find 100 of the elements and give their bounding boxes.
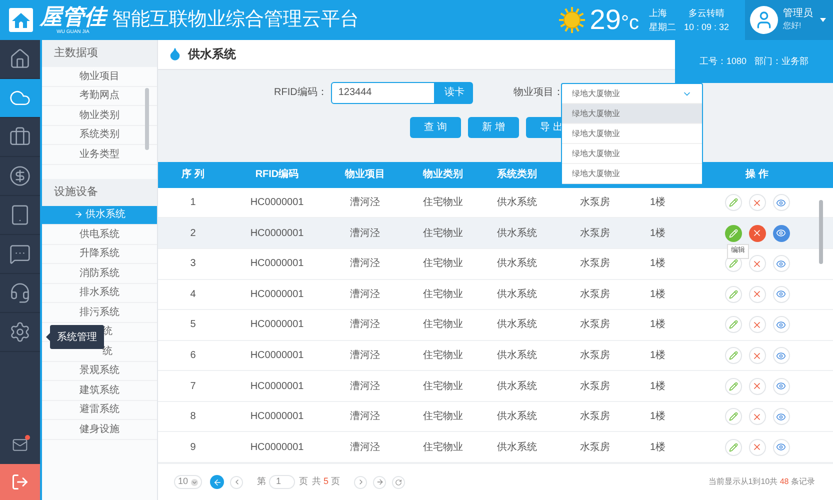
table-cell-text: 1楼 [650,440,666,455]
table-row[interactable]: 7 HC0000001 漕河泾 住宅物业 供水系统 水泵房 1楼 [158,371,833,402]
table-cell-text: 漕河泾 [350,440,380,455]
sidebar-item[interactable]: 升降系统 [42,244,157,264]
table-cell-text: 水泵房 [580,318,610,332]
edit-button[interactable] [724,194,742,212]
first-page-button[interactable] [210,475,224,490]
view-button[interactable] [772,316,790,334]
pencil-icon [728,442,738,452]
view-button[interactable] [772,378,790,395]
dropdown-option[interactable]: 绿地大厦物业 [562,104,702,124]
delete-button[interactable] [748,347,766,364]
delete-button[interactable] [748,255,766,272]
view-button[interactable] [772,286,790,303]
rfid-field[interactable]: 123444 [331,82,436,104]
avatar-icon [750,6,778,34]
city: 上海 [648,7,668,20]
sidebar-item[interactable]: 健身设施 [42,420,157,440]
sidebar-item[interactable]: 景观系统 [42,362,157,381]
briefcase-icon [9,126,31,148]
sidebar-item[interactable]: 物业项目 [42,67,157,86]
last-page-button[interactable] [373,476,386,489]
mail-icon[interactable] [12,437,28,451]
rail-button[interactable] [0,79,40,118]
table-cell-text: 住宅物业 [423,348,463,363]
table-cell-text: 1楼 [650,256,666,272]
edit-button[interactable] [724,408,742,426]
records-summary: 当前显示从1到10共 48 条记录 [708,476,815,488]
sidebar-item[interactable]: 排污系统 [42,303,157,322]
close-icon [752,381,762,392]
table-cell-text: HC0000001 [250,257,304,272]
sidebar-item[interactable]: 供电系统 [42,225,157,244]
page-field[interactable]: 1 [269,475,295,490]
table-row[interactable]: 5 HC0000001 漕河泾 住宅物业 供水系统 水泵房 1楼 [158,310,833,341]
delete-button[interactable] [748,194,766,212]
user-menu[interactable]: 管理员 您好! [745,0,833,40]
prev-page-button[interactable] [230,476,243,489]
table-cell-text: 住宅物业 [423,288,463,302]
table-cell-text: 漕河泾 [350,196,380,210]
delete-button[interactable] [748,378,766,395]
table-row[interactable]: 6 HC0000001 漕河泾 住宅物业 供水系统 水泵房 1楼 [158,340,833,372]
logout-button[interactable] [0,464,40,500]
view-button[interactable] [772,194,790,212]
total-pages: 共 5 页 [312,475,340,488]
greeting: 您好! [783,20,802,32]
edit-button[interactable] [724,286,742,303]
edit-button[interactable] [724,347,742,364]
caret-icon [820,18,826,22]
view-button[interactable] [772,408,790,426]
view-button[interactable] [772,438,790,456]
clock-time: 10 : 09 : 32 [684,21,729,34]
eye-icon [776,289,786,300]
column-header: RFID编码 [255,168,299,182]
delete-button[interactable] [748,316,766,334]
edit-button[interactable] [724,316,742,334]
edit-button[interactable] [724,224,742,242]
delete-button[interactable] [748,224,766,242]
eye-icon [776,412,786,422]
table-cell-text: 1 [190,196,196,210]
table-cell-text: 水泵房 [580,256,610,272]
logout-icon [11,473,29,491]
page-size-select[interactable]: 10 [174,475,202,490]
refresh-button[interactable] [392,476,406,489]
sidebar-item[interactable]: 避雷系统 [42,400,157,420]
next-page-button[interactable] [354,476,368,489]
pencil-icon [728,412,738,422]
close-icon [752,320,762,330]
sidebar-item[interactable]: 排水系统 [42,284,157,303]
table-row[interactable]: 8 HC0000001 漕河泾 住宅物业 供水系统 水泵房 1楼 [158,402,833,432]
table-cell-text: 2 [190,226,196,241]
table-cell-text: 供水系统 [497,318,537,332]
table-cell-text: 住宅物业 [423,226,463,241]
table-cell-text: 5 [190,318,196,332]
table-cell-text: HC0000001 [250,226,304,241]
delete-button[interactable] [748,438,766,456]
temperature-unit: °c [620,13,639,33]
weekday: 星期二 [648,21,676,34]
table-row[interactable]: 4 HC0000001 漕河泾 住宅物业 供水系统 水泵房 1楼 [158,280,833,310]
table-cell-text: 7 [190,380,196,394]
table-cell-text: 供水系统 [497,410,537,424]
delete-button[interactable] [748,286,766,303]
table-cell-text: 1楼 [650,318,666,332]
message-icon [9,243,31,265]
table-cell-text: HC0000001 [250,318,304,332]
pencil-icon [728,259,738,268]
view-button[interactable] [772,255,790,272]
edit-button[interactable] [724,378,742,395]
edit-button[interactable] [724,438,742,456]
user-name: 管理员 [783,8,813,20]
delete-button[interactable] [748,408,766,426]
column-header: 系统类别 [497,168,537,182]
table-cell-text: 水泵房 [580,380,610,394]
table-cell-text: 1楼 [650,348,666,363]
view-button[interactable] [772,347,790,364]
table-cell-text: 1楼 [650,196,666,210]
employee-number: 工号：1080 [699,54,747,68]
view-button[interactable] [772,224,790,242]
sidebar-item[interactable]: 建筑系统 [42,381,157,400]
field-label: 物业项目： [513,86,564,100]
sidebar-item[interactable]: 消防系统 [42,264,157,284]
